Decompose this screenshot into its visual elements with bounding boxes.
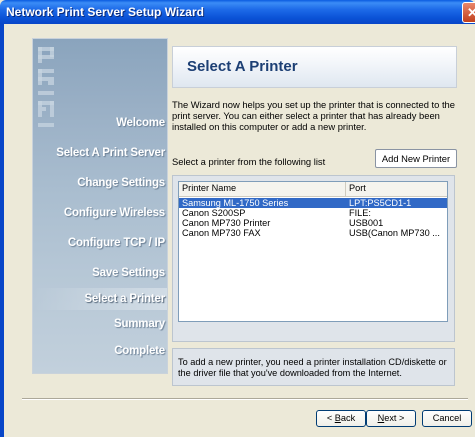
printer-port: LPT:PS5CD1-1 (349, 198, 412, 208)
step-select-a-printer: Select a Printer (84, 293, 165, 305)
back-label: ack (340, 413, 356, 423)
step-change-settings: Change Settings (77, 177, 165, 189)
next-label: ext > (384, 413, 405, 423)
printer-name: Samsung ML-1750 Series (182, 198, 289, 208)
printer-port: USB001 (349, 218, 384, 228)
printer-port: FILE: (349, 208, 371, 218)
window-frame (0, 24, 4, 437)
step-configure-wireless: Configure Wireless (63, 207, 165, 219)
next-button[interactable]: Next > (366, 410, 416, 427)
step-configure-tcp-ip: Configure TCP / IP (67, 237, 165, 249)
printer-port: USB(Canon MP730 ... (349, 228, 440, 238)
intro-text: The Wizard now helps you set up the prin… (172, 99, 455, 132)
column-header-port[interactable]: Port (346, 182, 447, 196)
step-welcome: Welcome (116, 117, 165, 129)
printer-list[interactable]: Printer Name Port Samsung ML-1750 Series… (178, 181, 448, 322)
window-title: Network Print Server Setup Wizard (6, 5, 204, 19)
column-header-printer-name[interactable]: Printer Name (179, 182, 346, 196)
printer-list-label: Select a printer from the following list (172, 156, 326, 167)
step-summary: Summary (113, 318, 165, 330)
page-header: Select A Printer (172, 46, 457, 88)
button-separator (22, 398, 468, 400)
printer-name: Canon MP730 FAX (182, 228, 261, 238)
add-new-printer-button[interactable]: Add New Printer (375, 149, 457, 168)
list-header: Printer Name Port (179, 182, 447, 197)
step-complete: Complete (114, 345, 165, 357)
hint-text: To add a new printer, you need a printer… (178, 357, 447, 378)
printer-name: Canon S200SP (182, 208, 246, 218)
page-title: Select A Printer (187, 58, 298, 75)
step-select-print-server: Select A Print Server (56, 147, 165, 159)
list-item[interactable]: Canon MP730 FAX USB(Canon MP730 ... (179, 228, 447, 238)
back-button[interactable]: < Back (316, 410, 366, 427)
back-prefix: < (326, 413, 335, 423)
printer-name: Canon MP730 Printer (182, 218, 271, 228)
wizard-steps-panel: Welcome Select A Print Server Change Set… (32, 38, 168, 374)
cancel-button[interactable]: Cancel (422, 410, 472, 427)
list-item[interactable]: Samsung ML-1750 Series LPT:PS5CD1-1 (179, 198, 447, 208)
wizard-window: Network Print Server Setup Wizard ✕ Welc… (0, 0, 475, 437)
brand-logo (35, 47, 57, 127)
step-save-settings: Save Settings (92, 267, 165, 279)
title-bar[interactable]: Network Print Server Setup Wizard ✕ (0, 0, 475, 24)
list-item[interactable]: Canon MP730 Printer USB001 (179, 218, 447, 228)
list-item[interactable]: Canon S200SP FILE: (179, 208, 447, 218)
close-button[interactable]: ✕ (462, 2, 475, 23)
close-icon: ✕ (467, 5, 475, 20)
